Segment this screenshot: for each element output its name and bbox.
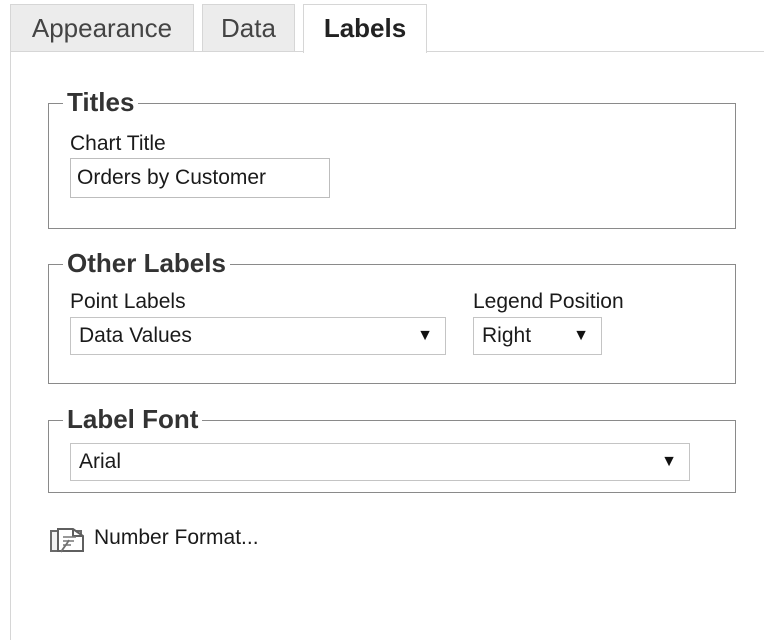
chevron-down-icon: ▼: [417, 327, 433, 344]
chevron-down-icon: ▼: [573, 327, 589, 344]
other-labels-heading: Other Labels: [63, 246, 230, 280]
other-labels-group: Other Labels Point Labels Data Values ▼ …: [48, 246, 736, 384]
legend-position-label: Legend Position: [473, 290, 624, 313]
tab-data[interactable]: Data: [202, 4, 295, 51]
chart-title-input[interactable]: [70, 158, 330, 198]
label-font-value: Arial: [79, 450, 122, 473]
chart-labels-dialog: Appearance Data Labels Titles Chart Titl…: [0, 0, 764, 640]
titles-heading: Titles: [63, 85, 139, 119]
legend-position-select[interactable]: Right ▼: [473, 317, 602, 355]
label-font-heading: Label Font: [63, 402, 203, 436]
tab-labels[interactable]: Labels: [303, 4, 427, 53]
tab-appearance[interactable]: Appearance: [10, 4, 194, 51]
point-labels-label: Point Labels: [70, 290, 186, 313]
number-format-label: Number Format...: [94, 526, 259, 549]
label-font-group: Label Font Arial ▼: [48, 402, 736, 493]
tab-strip: Appearance Data Labels: [0, 0, 764, 53]
format-icon: [50, 528, 84, 553]
titles-group: Titles Chart Title: [48, 85, 736, 229]
chevron-down-icon: ▼: [661, 453, 677, 470]
legend-position-value: Right: [482, 324, 532, 347]
chart-title-label: Chart Title: [70, 132, 166, 155]
point-labels-select[interactable]: Data Values ▼: [70, 317, 446, 355]
label-font-select[interactable]: Arial ▼: [70, 443, 690, 481]
point-labels-value: Data Values: [79, 324, 192, 347]
